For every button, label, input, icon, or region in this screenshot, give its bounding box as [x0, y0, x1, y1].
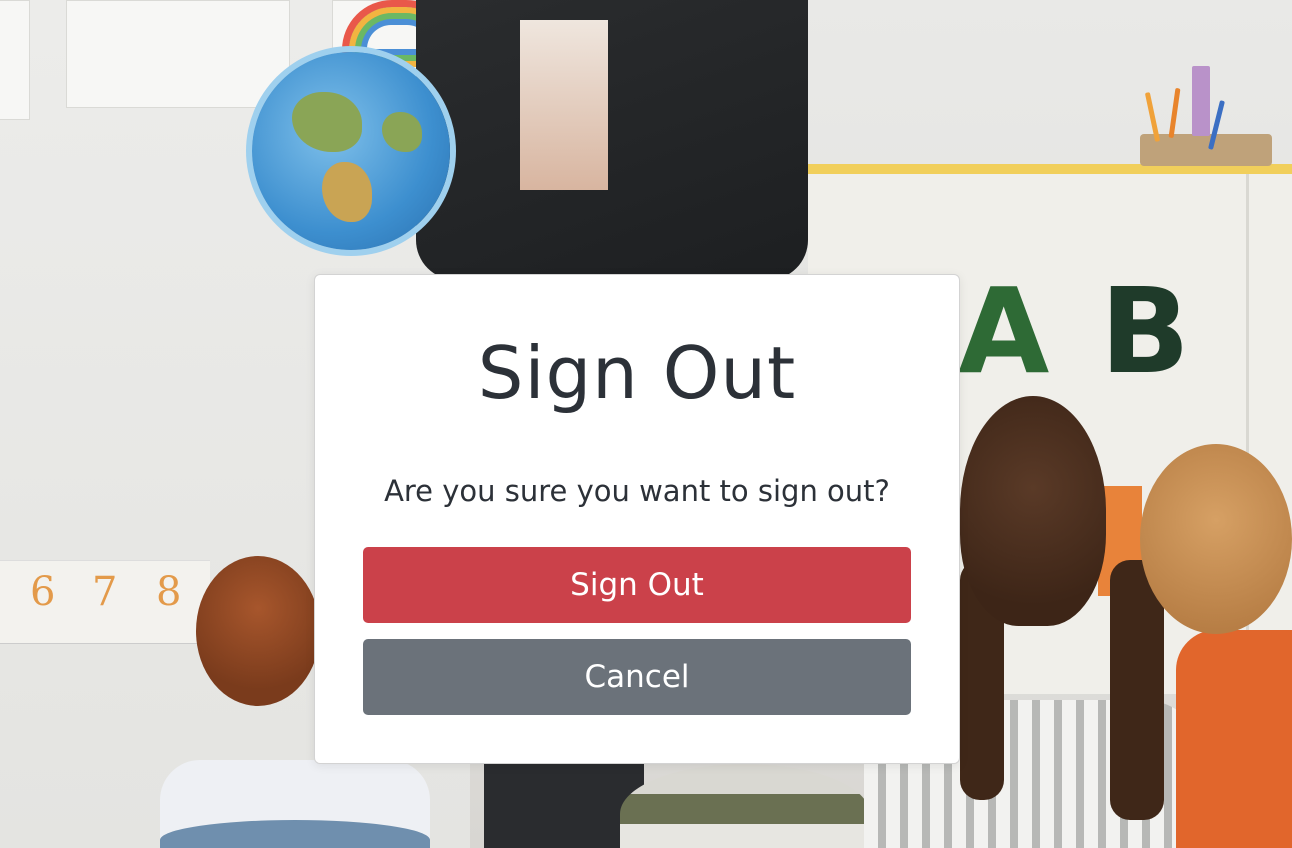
- child-figure: [620, 764, 870, 848]
- number-strip: 6 7 8: [0, 560, 210, 644]
- dialog-message: Are you sure you want to sign out?: [384, 474, 890, 508]
- teacher-figure: [416, 0, 808, 280]
- number-card: 6: [30, 569, 56, 615]
- sign-out-button[interactable]: Sign Out: [363, 547, 911, 623]
- wall-poster: [0, 0, 30, 120]
- child-head: [196, 556, 320, 706]
- number-card: 8: [156, 569, 182, 615]
- teacher-shirt: [520, 20, 608, 190]
- sign-out-dialog: Sign Out Are you sure you want to sign o…: [314, 274, 960, 764]
- child-head: [1140, 444, 1292, 634]
- wall-poster: [66, 0, 290, 108]
- alphabet-letter: A: [958, 262, 1050, 400]
- globe-image: [252, 52, 450, 250]
- child-figure: [1176, 630, 1292, 848]
- alphabet-letter: B: [1100, 262, 1190, 400]
- dialog-title: Sign Out: [477, 331, 797, 415]
- number-card: 7: [92, 569, 118, 615]
- cancel-button[interactable]: Cancel: [363, 639, 911, 715]
- child-head: [960, 396, 1106, 626]
